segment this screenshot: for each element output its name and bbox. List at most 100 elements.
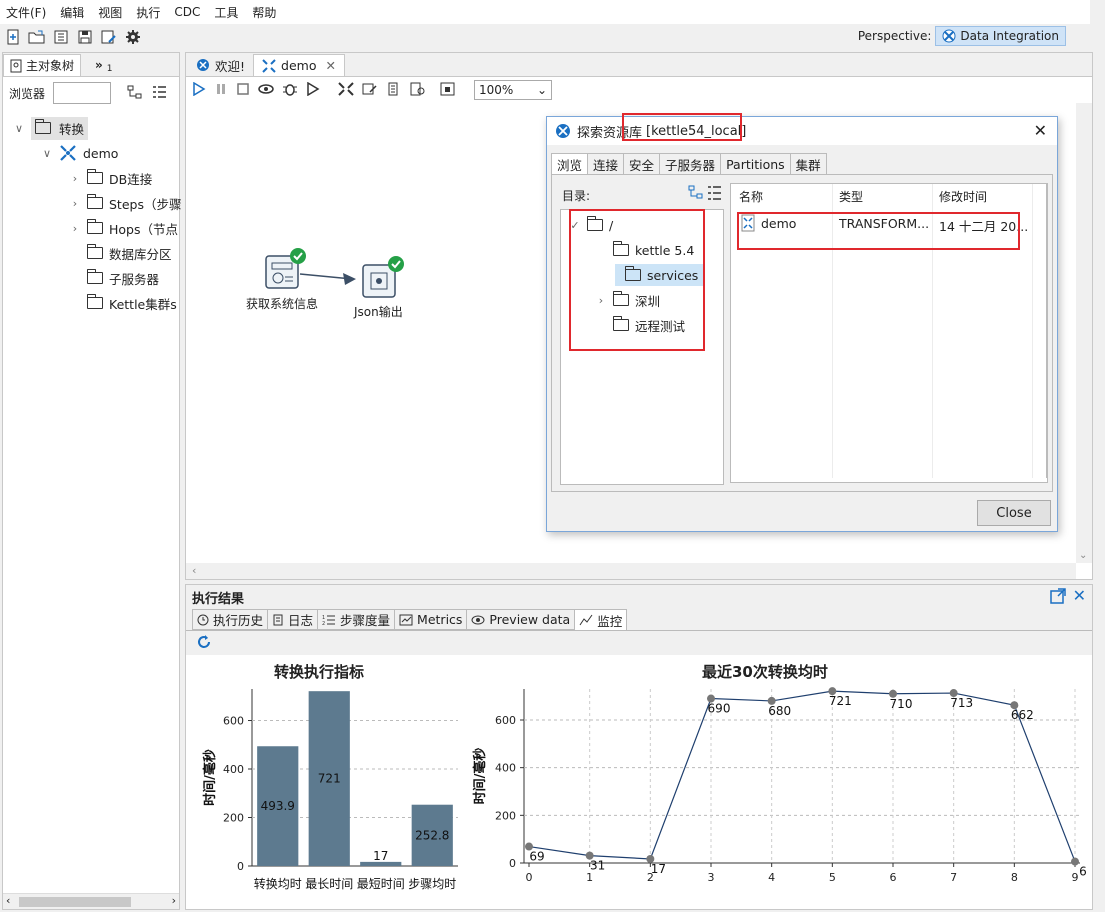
menu-bar: 文件(F) 编辑 视图 执行 CDC 工具 帮助: [0, 0, 1090, 24]
tab-partitions[interactable]: Partitions: [721, 153, 791, 175]
impact-icon[interactable]: [362, 82, 378, 99]
tree-item-partitions[interactable]: 数据库分区: [69, 242, 172, 264]
line-point-label: 721: [829, 694, 852, 708]
tab-browse[interactable]: 浏览: [551, 153, 589, 175]
chevron-right-icon[interactable]: ›: [69, 197, 81, 210]
menu-edit[interactable]: 编辑: [60, 4, 84, 21]
horizontal-scrollbar[interactable]: ‹ ›: [3, 893, 179, 909]
menu-tools[interactable]: 工具: [214, 4, 238, 21]
tree-item-steps[interactable]: › Steps（步骤: [69, 192, 181, 214]
list-view-icon[interactable]: [151, 85, 167, 102]
tab-security[interactable]: 安全: [624, 153, 661, 175]
refresh-icon[interactable]: [196, 634, 212, 653]
column-header-modified[interactable]: 修改时间: [939, 188, 987, 205]
tab-log[interactable]: 日志: [268, 609, 319, 630]
zoom-value: 100%: [479, 83, 514, 97]
tab-demo[interactable]: demo ✕: [253, 54, 345, 76]
vertical-scrollbar[interactable]: ⌄: [1076, 103, 1092, 563]
line-y-tick-label: 0: [509, 857, 516, 870]
scroll-left-icon[interactable]: ‹: [6, 894, 10, 907]
save-icon[interactable]: [76, 28, 94, 46]
tree-structure-icon[interactable]: [688, 185, 722, 204]
tab-slave-servers[interactable]: 子服务器: [660, 153, 722, 175]
chevron-right-icon[interactable]: ›: [69, 222, 81, 235]
tree-item-clusters[interactable]: Kettle集群s: [69, 292, 177, 314]
verify-icon[interactable]: [338, 81, 354, 99]
tab-metrics[interactable]: Metrics: [395, 609, 468, 630]
tab-step-metrics[interactable]: 1 2 步骤度量: [318, 609, 396, 630]
new-file-icon[interactable]: [4, 28, 22, 46]
run-icon[interactable]: [192, 81, 206, 99]
browser-filter-input[interactable]: [53, 82, 112, 104]
tab-monitor[interactable]: 监控: [575, 609, 628, 630]
tree-root[interactable]: ∨ 转换: [13, 116, 89, 140]
perspective-button[interactable]: Data Integration: [935, 26, 1066, 46]
tab-connections[interactable]: 连接: [588, 153, 625, 175]
close-tab-icon[interactable]: ✕: [325, 58, 335, 73]
tree-transform-demo[interactable]: ∨ demo: [41, 142, 118, 164]
save-as-icon[interactable]: [100, 28, 118, 46]
data-integration-icon: [942, 29, 956, 43]
preview-icon[interactable]: [258, 82, 274, 99]
tab-main-tree[interactable]: 主对象树: [3, 54, 82, 76]
maximize-icon[interactable]: [1050, 588, 1066, 608]
tree-structure-icon[interactable]: [127, 85, 143, 102]
column-header-type[interactable]: 类型: [839, 188, 863, 205]
explore-repo-icon[interactable]: [52, 28, 70, 46]
transform-icon: [60, 145, 76, 161]
tab-label: Preview data: [489, 612, 571, 627]
step-label[interactable]: 获取系统信息: [246, 295, 318, 312]
zoom-select[interactable]: 100% ⌄: [474, 80, 552, 100]
scroll-thumb[interactable]: [19, 897, 131, 907]
line-x-tick-label: 3: [708, 871, 715, 884]
tree-item-db[interactable]: › DB连接: [69, 167, 152, 189]
tab-welcome[interactable]: 欢迎!: [188, 54, 253, 76]
folder-icon: [86, 244, 103, 259]
menu-view[interactable]: 视图: [98, 4, 122, 21]
open-folder-icon[interactable]: [28, 28, 46, 46]
debug-icon[interactable]: [282, 82, 298, 99]
tree-item-label: Kettle集群s: [109, 296, 177, 312]
tab-demo-label: demo: [281, 58, 317, 73]
gear-icon[interactable]: [124, 28, 142, 46]
close-icon[interactable]: ✕: [1034, 121, 1047, 140]
grid-icon[interactable]: [440, 82, 456, 99]
db-explore-icon[interactable]: [410, 82, 426, 99]
tab-preview-data[interactable]: Preview data: [467, 609, 576, 630]
chevron-right-icon[interactable]: ›: [69, 172, 81, 185]
chevron-down-icon[interactable]: ∨: [13, 122, 25, 135]
tree-item-hops[interactable]: › Hops（节点: [69, 217, 178, 239]
column-header-name[interactable]: 名称: [739, 188, 763, 205]
tab-clusters[interactable]: 集群: [790, 153, 827, 175]
line-x-tick-label: 9: [1072, 871, 1079, 884]
line-y-tick-label: 400: [495, 762, 516, 775]
tree-item-label: 子服务器: [109, 271, 160, 287]
sql-icon[interactable]: [386, 82, 402, 99]
menu-run[interactable]: 执行: [136, 4, 160, 21]
menu-file[interactable]: 文件(F): [6, 4, 46, 21]
menu-help[interactable]: 帮助: [252, 4, 276, 21]
scroll-right-icon[interactable]: ›: [172, 894, 176, 907]
tab-exec-history[interactable]: 执行历史: [192, 609, 269, 630]
close-icon[interactable]: ✕: [1073, 586, 1086, 605]
chevron-down-icon[interactable]: ∨: [41, 147, 53, 160]
tree-item-slaves[interactable]: 子服务器: [69, 267, 159, 289]
line-y-tick-label: 600: [495, 714, 516, 727]
line-y-axis-label: 时间/毫秒: [472, 748, 488, 805]
tree-transform-label: demo: [83, 145, 119, 161]
overflow-count: 1: [106, 64, 113, 74]
stop-icon[interactable]: [236, 82, 250, 99]
search-doc-icon: [10, 59, 22, 72]
step-label[interactable]: Json输出: [354, 303, 403, 320]
bar-y-tick-label: 400: [223, 763, 244, 776]
close-button[interactable]: Close: [977, 500, 1051, 526]
bar-category-label: 转换均时: [254, 876, 302, 891]
horizontal-scrollbar[interactable]: ‹: [186, 563, 1076, 579]
tree-item-label: DB连接: [109, 171, 153, 187]
pause-icon[interactable]: [214, 82, 228, 99]
tab-overflow[interactable]: » 1: [81, 54, 119, 76]
line-point-label: 710: [890, 697, 913, 711]
replay-icon[interactable]: [306, 81, 322, 99]
hop-arrow: [343, 273, 356, 285]
menu-cdc[interactable]: CDC: [174, 5, 200, 19]
